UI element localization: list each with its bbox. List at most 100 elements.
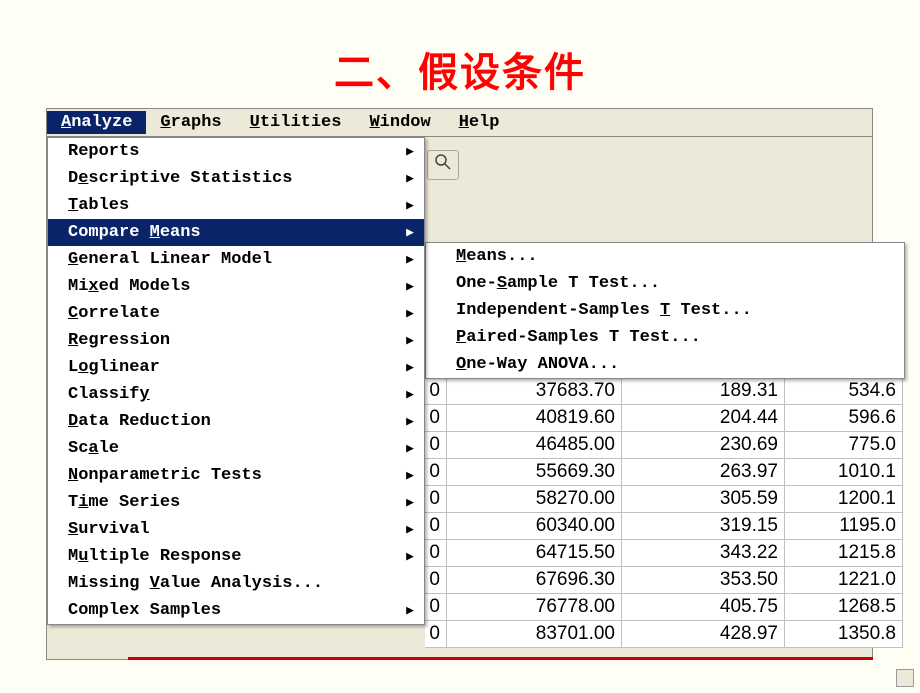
- submenu-item-paired-t[interactable]: Paired-Samples T Test...: [426, 324, 904, 351]
- menu-item-missing-value[interactable]: Missing Value Analysis...: [48, 570, 424, 597]
- menu-label: Time Series: [68, 493, 180, 512]
- cell[interactable]: 319.15: [622, 513, 785, 540]
- cell[interactable]: 40819.60: [447, 405, 622, 432]
- menu-label: One-Way ANOVA...: [456, 355, 619, 374]
- cell[interactable]: 83701.00: [447, 621, 622, 648]
- cell[interactable]: 230.69: [622, 432, 785, 459]
- cell[interactable]: 596.6: [785, 405, 903, 432]
- menu-item-multiple-response[interactable]: Multiple Response ▶: [48, 543, 424, 570]
- menu-item-nonparametric[interactable]: Nonparametric Tests ▶: [48, 462, 424, 489]
- menu-item-mixed[interactable]: Mixed Models ▶: [48, 273, 424, 300]
- menu-graphs[interactable]: Graphs: [146, 111, 235, 134]
- menu-help[interactable]: Help: [445, 111, 514, 134]
- cell[interactable]: 1200.1: [785, 486, 903, 513]
- cell[interactable]: 0: [425, 621, 447, 648]
- cell[interactable]: 343.22: [622, 540, 785, 567]
- cell[interactable]: 1195.0: [785, 513, 903, 540]
- cell[interactable]: 37683.70: [447, 378, 622, 405]
- cell[interactable]: 189.31: [622, 378, 785, 405]
- cell[interactable]: 1268.5: [785, 594, 903, 621]
- submenu-item-one-sample-t[interactable]: One-Sample T Test...: [426, 270, 904, 297]
- menu-item-time-series[interactable]: Time Series ▶: [48, 489, 424, 516]
- menu-label: Regression: [68, 331, 170, 350]
- cell[interactable]: 64715.50: [447, 540, 622, 567]
- cell[interactable]: 0: [425, 432, 447, 459]
- cell[interactable]: 405.75: [622, 594, 785, 621]
- cell[interactable]: 1350.8: [785, 621, 903, 648]
- menubar: Analyze Graphs Utilities Window Help: [47, 109, 872, 137]
- menu-utilities[interactable]: Utilities: [236, 111, 356, 134]
- cell[interactable]: 1010.1: [785, 459, 903, 486]
- submenu-arrow-icon: ▶: [406, 603, 414, 618]
- table-row: 0 37683.70 189.31 534.6: [425, 378, 903, 405]
- cell[interactable]: 60340.00: [447, 513, 622, 540]
- data-grid: 0 37683.70 189.31 534.6 0 40819.60 204.4…: [425, 377, 903, 648]
- cell[interactable]: 263.97: [622, 459, 785, 486]
- menu-label: Tables: [68, 196, 129, 215]
- toolbar: [427, 147, 459, 183]
- cell[interactable]: 0: [425, 540, 447, 567]
- menu-item-regression[interactable]: Regression ▶: [48, 327, 424, 354]
- submenu-arrow-icon: ▶: [406, 549, 414, 564]
- menu-label: Correlate: [68, 304, 160, 323]
- submenu-item-oneway-anova[interactable]: One-Way ANOVA...: [426, 351, 904, 378]
- cell[interactable]: 0: [425, 486, 447, 513]
- menu-item-descriptive[interactable]: Descriptive Statistics ▶: [48, 165, 424, 192]
- toolbar-button[interactable]: [427, 150, 459, 180]
- menu-item-loglinear[interactable]: Loglinear ▶: [48, 354, 424, 381]
- cell[interactable]: 0: [425, 459, 447, 486]
- menu-item-glm[interactable]: General Linear Model ▶: [48, 246, 424, 273]
- menu-label: Multiple Response: [68, 547, 241, 566]
- cell[interactable]: 0: [425, 567, 447, 594]
- menu-item-survival[interactable]: Survival ▶: [48, 516, 424, 543]
- cell[interactable]: 534.6: [785, 378, 903, 405]
- cell[interactable]: 353.50: [622, 567, 785, 594]
- menu-label: Survival: [68, 520, 150, 539]
- submenu-arrow-icon: ▶: [406, 252, 414, 267]
- menu-item-reports[interactable]: Reports ▶: [48, 138, 424, 165]
- content-area: Reports ▶ Descriptive Statistics ▶ Table…: [47, 137, 872, 659]
- submenu-arrow-icon: ▶: [406, 225, 414, 240]
- cell[interactable]: 0: [425, 405, 447, 432]
- menu-label: Compare Means: [68, 223, 201, 242]
- submenu-arrow-icon: ▶: [406, 414, 414, 429]
- resize-corner: [896, 669, 914, 687]
- submenu-arrow-icon: ▶: [406, 333, 414, 348]
- cell[interactable]: 55669.30: [447, 459, 622, 486]
- menu-item-compare-means[interactable]: Compare Means ▶: [48, 219, 424, 246]
- table-row: 0 76778.00 405.75 1268.5: [425, 594, 903, 621]
- cell[interactable]: 0: [425, 594, 447, 621]
- menu-item-correlate[interactable]: Correlate ▶: [48, 300, 424, 327]
- cell[interactable]: 0: [425, 513, 447, 540]
- submenu-arrow-icon: ▶: [406, 522, 414, 537]
- submenu-arrow-icon: ▶: [406, 198, 414, 213]
- menu-item-tables[interactable]: Tables ▶: [48, 192, 424, 219]
- cell[interactable]: 305.59: [622, 486, 785, 513]
- menu-item-scale[interactable]: Scale ▶: [48, 435, 424, 462]
- cell[interactable]: 1221.0: [785, 567, 903, 594]
- menu-item-data-reduction[interactable]: Data Reduction ▶: [48, 408, 424, 435]
- cell[interactable]: 0: [425, 378, 447, 405]
- cell[interactable]: 46485.00: [447, 432, 622, 459]
- table-row: 0 64715.50 343.22 1215.8: [425, 540, 903, 567]
- submenu-item-independent-t[interactable]: Independent-Samples T Test...: [426, 297, 904, 324]
- table-row: 0 40819.60 204.44 596.6: [425, 405, 903, 432]
- menu-analyze[interactable]: Analyze: [47, 111, 146, 134]
- table-row: 0 55669.30 263.97 1010.1: [425, 459, 903, 486]
- cell[interactable]: 67696.30: [447, 567, 622, 594]
- cell[interactable]: 204.44: [622, 405, 785, 432]
- submenu-arrow-icon: ▶: [406, 360, 414, 375]
- menu-label: Loglinear: [68, 358, 160, 377]
- menu-item-classify[interactable]: Classify ▶: [48, 381, 424, 408]
- cell[interactable]: 428.97: [622, 621, 785, 648]
- table-row: 0 83701.00 428.97 1350.8: [425, 621, 903, 648]
- cell[interactable]: 76778.00: [447, 594, 622, 621]
- menu-window[interactable]: Window: [355, 111, 444, 134]
- menu-item-complex-samples[interactable]: Complex Samples ▶: [48, 597, 424, 624]
- menu-label: Classify: [68, 385, 150, 404]
- cell[interactable]: 1215.8: [785, 540, 903, 567]
- menu-label: Data Reduction: [68, 412, 211, 431]
- cell[interactable]: 58270.00: [447, 486, 622, 513]
- cell[interactable]: 775.0: [785, 432, 903, 459]
- submenu-item-means[interactable]: Means...: [426, 243, 904, 270]
